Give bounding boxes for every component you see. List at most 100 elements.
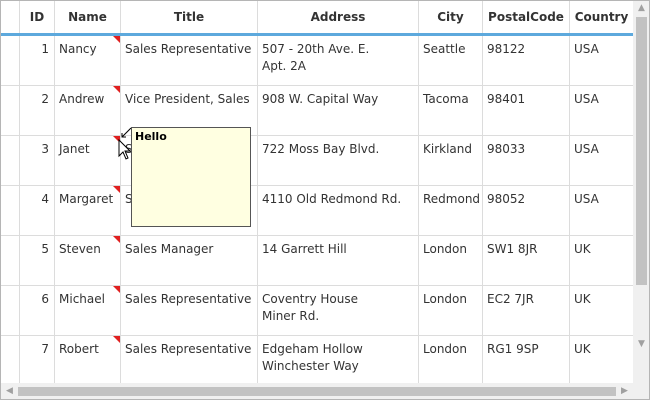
column-header-id[interactable]: ID [20,1,55,33]
red-triangle-icon[interactable] [113,86,120,93]
comment-tooltip: Hello [131,127,251,227]
cell-name[interactable]: Janet [55,136,121,186]
table-row[interactable]: 1 Nancy Sales Representative 507 - 20th Ave… [1,36,633,86]
cell-postalcode[interactable]: RG1 9SP [483,336,570,386]
cell-country[interactable]: USA [570,86,633,136]
red-triangle-icon[interactable] [113,286,120,293]
address-line-1: Edgeham Hollow [262,342,363,356]
cell-postalcode[interactable]: 98033 [483,136,570,186]
cell-postalcode[interactable]: 98401 [483,86,570,136]
cell-country[interactable]: UK [570,286,633,336]
table-row[interactable]: 2 Andrew Vice President, Sales 908 W. Capit… [1,86,633,136]
cell-id[interactable]: 7 [20,336,55,386]
cell-country-text: USA [574,42,599,56]
cell-postalcode-text: 98401 [487,92,526,106]
cell-country-text: UK [574,292,591,306]
cell-name[interactable]: Steven [55,236,121,286]
cell-id-text: 4 [41,192,49,206]
cell-address[interactable]: Coventry House Miner Rd. [258,286,419,336]
cell-country-text: UK [574,242,591,256]
cell-id-text: 6 [41,292,49,306]
cell-postalcode-text: 98033 [487,142,526,156]
address-line-1: 4110 Old Redmond Rd. [262,192,402,206]
cell-address[interactable]: 722 Moss Bay Blvd. [258,136,419,186]
cell-city-text: London [423,292,467,306]
cell-title[interactable]: Sales Representative [121,36,258,86]
cell-address[interactable]: 14 Garrett Hill [258,236,419,286]
table-row[interactable]: 5 Steven Sales Manager 14 Garrett Hill Londo… [1,236,633,286]
column-header-city[interactable]: City [419,1,483,33]
cell-country-text: USA [574,142,599,156]
cell-country[interactable]: UK [570,236,633,286]
address-line-1: 908 W. Capital Way [262,92,379,106]
cell-title[interactable]: Sales Representative [121,336,258,386]
vertical-scroll-thumb[interactable] [636,17,647,285]
cell-title[interactable]: Sales Manager [121,236,258,286]
comment-text: Hello [135,130,167,143]
cell-id[interactable]: 6 [20,286,55,336]
cell-id-text: 7 [41,342,49,356]
cell-address[interactable]: 507 - 20th Ave. E. Apt. 2A [258,36,419,86]
cell-country[interactable]: UK [570,336,633,386]
horizontal-scroll-thumb[interactable] [18,387,616,396]
cell-id[interactable]: 5 [20,236,55,286]
arrow-right-icon[interactable]: ▶ [616,386,633,396]
cell-name[interactable]: Margaret [55,186,121,236]
cell-city[interactable]: London [419,236,483,286]
horizontal-scrollbar[interactable]: ◀ ▶ [1,383,633,399]
cell-country-text: USA [574,92,599,106]
column-header-country[interactable]: Country [570,1,633,33]
cell-id-text: 5 [41,242,49,256]
cell-id[interactable]: 1 [20,36,55,86]
table-row[interactable]: 6 Michael Sales Representative Coventry Hou… [1,286,633,336]
cell-city[interactable]: Kirkland [419,136,483,186]
cell-city[interactable]: Seattle [419,36,483,86]
cell-id[interactable]: 2 [20,86,55,136]
cell-postalcode[interactable]: 98052 [483,186,570,236]
cell-city[interactable]: London [419,336,483,386]
column-header-address[interactable]: Address [258,1,419,33]
red-triangle-icon[interactable] [113,36,120,43]
cell-title[interactable]: Sales Representative [121,286,258,336]
cell-city-text: London [423,242,467,256]
arrow-down-icon[interactable]: ▼ [633,339,649,349]
cell-country[interactable]: USA [570,36,633,86]
arrow-left-icon[interactable]: ◀ [1,386,18,396]
cell-title-text: Sales Representative [125,42,252,56]
red-triangle-icon[interactable] [113,336,120,343]
cell-address[interactable]: 908 W. Capital Way [258,86,419,136]
cell-city[interactable]: Redmond [419,186,483,236]
cell-country[interactable]: USA [570,186,633,236]
column-header-title[interactable]: Title [121,1,258,33]
cell-postalcode[interactable]: SW1 8JR [483,236,570,286]
address-line-1: 507 - 20th Ave. E. [262,42,370,56]
cell-postalcode-text: SW1 8JR [487,242,538,256]
cell-postalcode[interactable]: EC2 7JR [483,286,570,336]
cell-id[interactable]: 3 [20,136,55,186]
cell-city[interactable]: Tacoma [419,86,483,136]
cell-postalcode[interactable]: 98122 [483,36,570,86]
cell-name[interactable]: Robert [55,336,121,386]
table-row[interactable]: 7 Robert Sales Representative Edgeham Hollo… [1,336,633,386]
cell-title-text: Vice President, Sales [125,92,250,106]
red-triangle-icon[interactable] [113,186,120,193]
cell-address[interactable]: 4110 Old Redmond Rd. [258,186,419,236]
cell-city[interactable]: London [419,286,483,336]
cell-address[interactable]: Edgeham Hollow Winchester Way [258,336,419,386]
table-row[interactable]: 3JanetSales Representative722 Moss Bay B… [1,136,633,186]
grid-header: ID Name Title Address City PostalCode Co… [1,1,633,36]
red-triangle-icon[interactable] [113,236,120,243]
cell-id-text: 3 [41,142,49,156]
cell-id[interactable]: 4 [20,186,55,236]
cell-name[interactable]: Andrew [55,86,121,136]
cell-country[interactable]: USA [570,136,633,186]
column-header-postalcode[interactable]: PostalCode [483,1,570,33]
cell-city-text: London [423,342,467,356]
column-header-name[interactable]: Name [55,1,121,33]
cell-name[interactable]: Nancy [55,36,121,86]
vertical-scrollbar[interactable]: ▲ ▼ [633,1,649,384]
table-row[interactable]: 4MargaretSales Representative4110 Old Re… [1,186,633,236]
arrow-up-icon[interactable]: ▲ [633,3,649,13]
cell-name[interactable]: Michael [55,286,121,336]
cell-postalcode-text: 98122 [487,42,526,56]
